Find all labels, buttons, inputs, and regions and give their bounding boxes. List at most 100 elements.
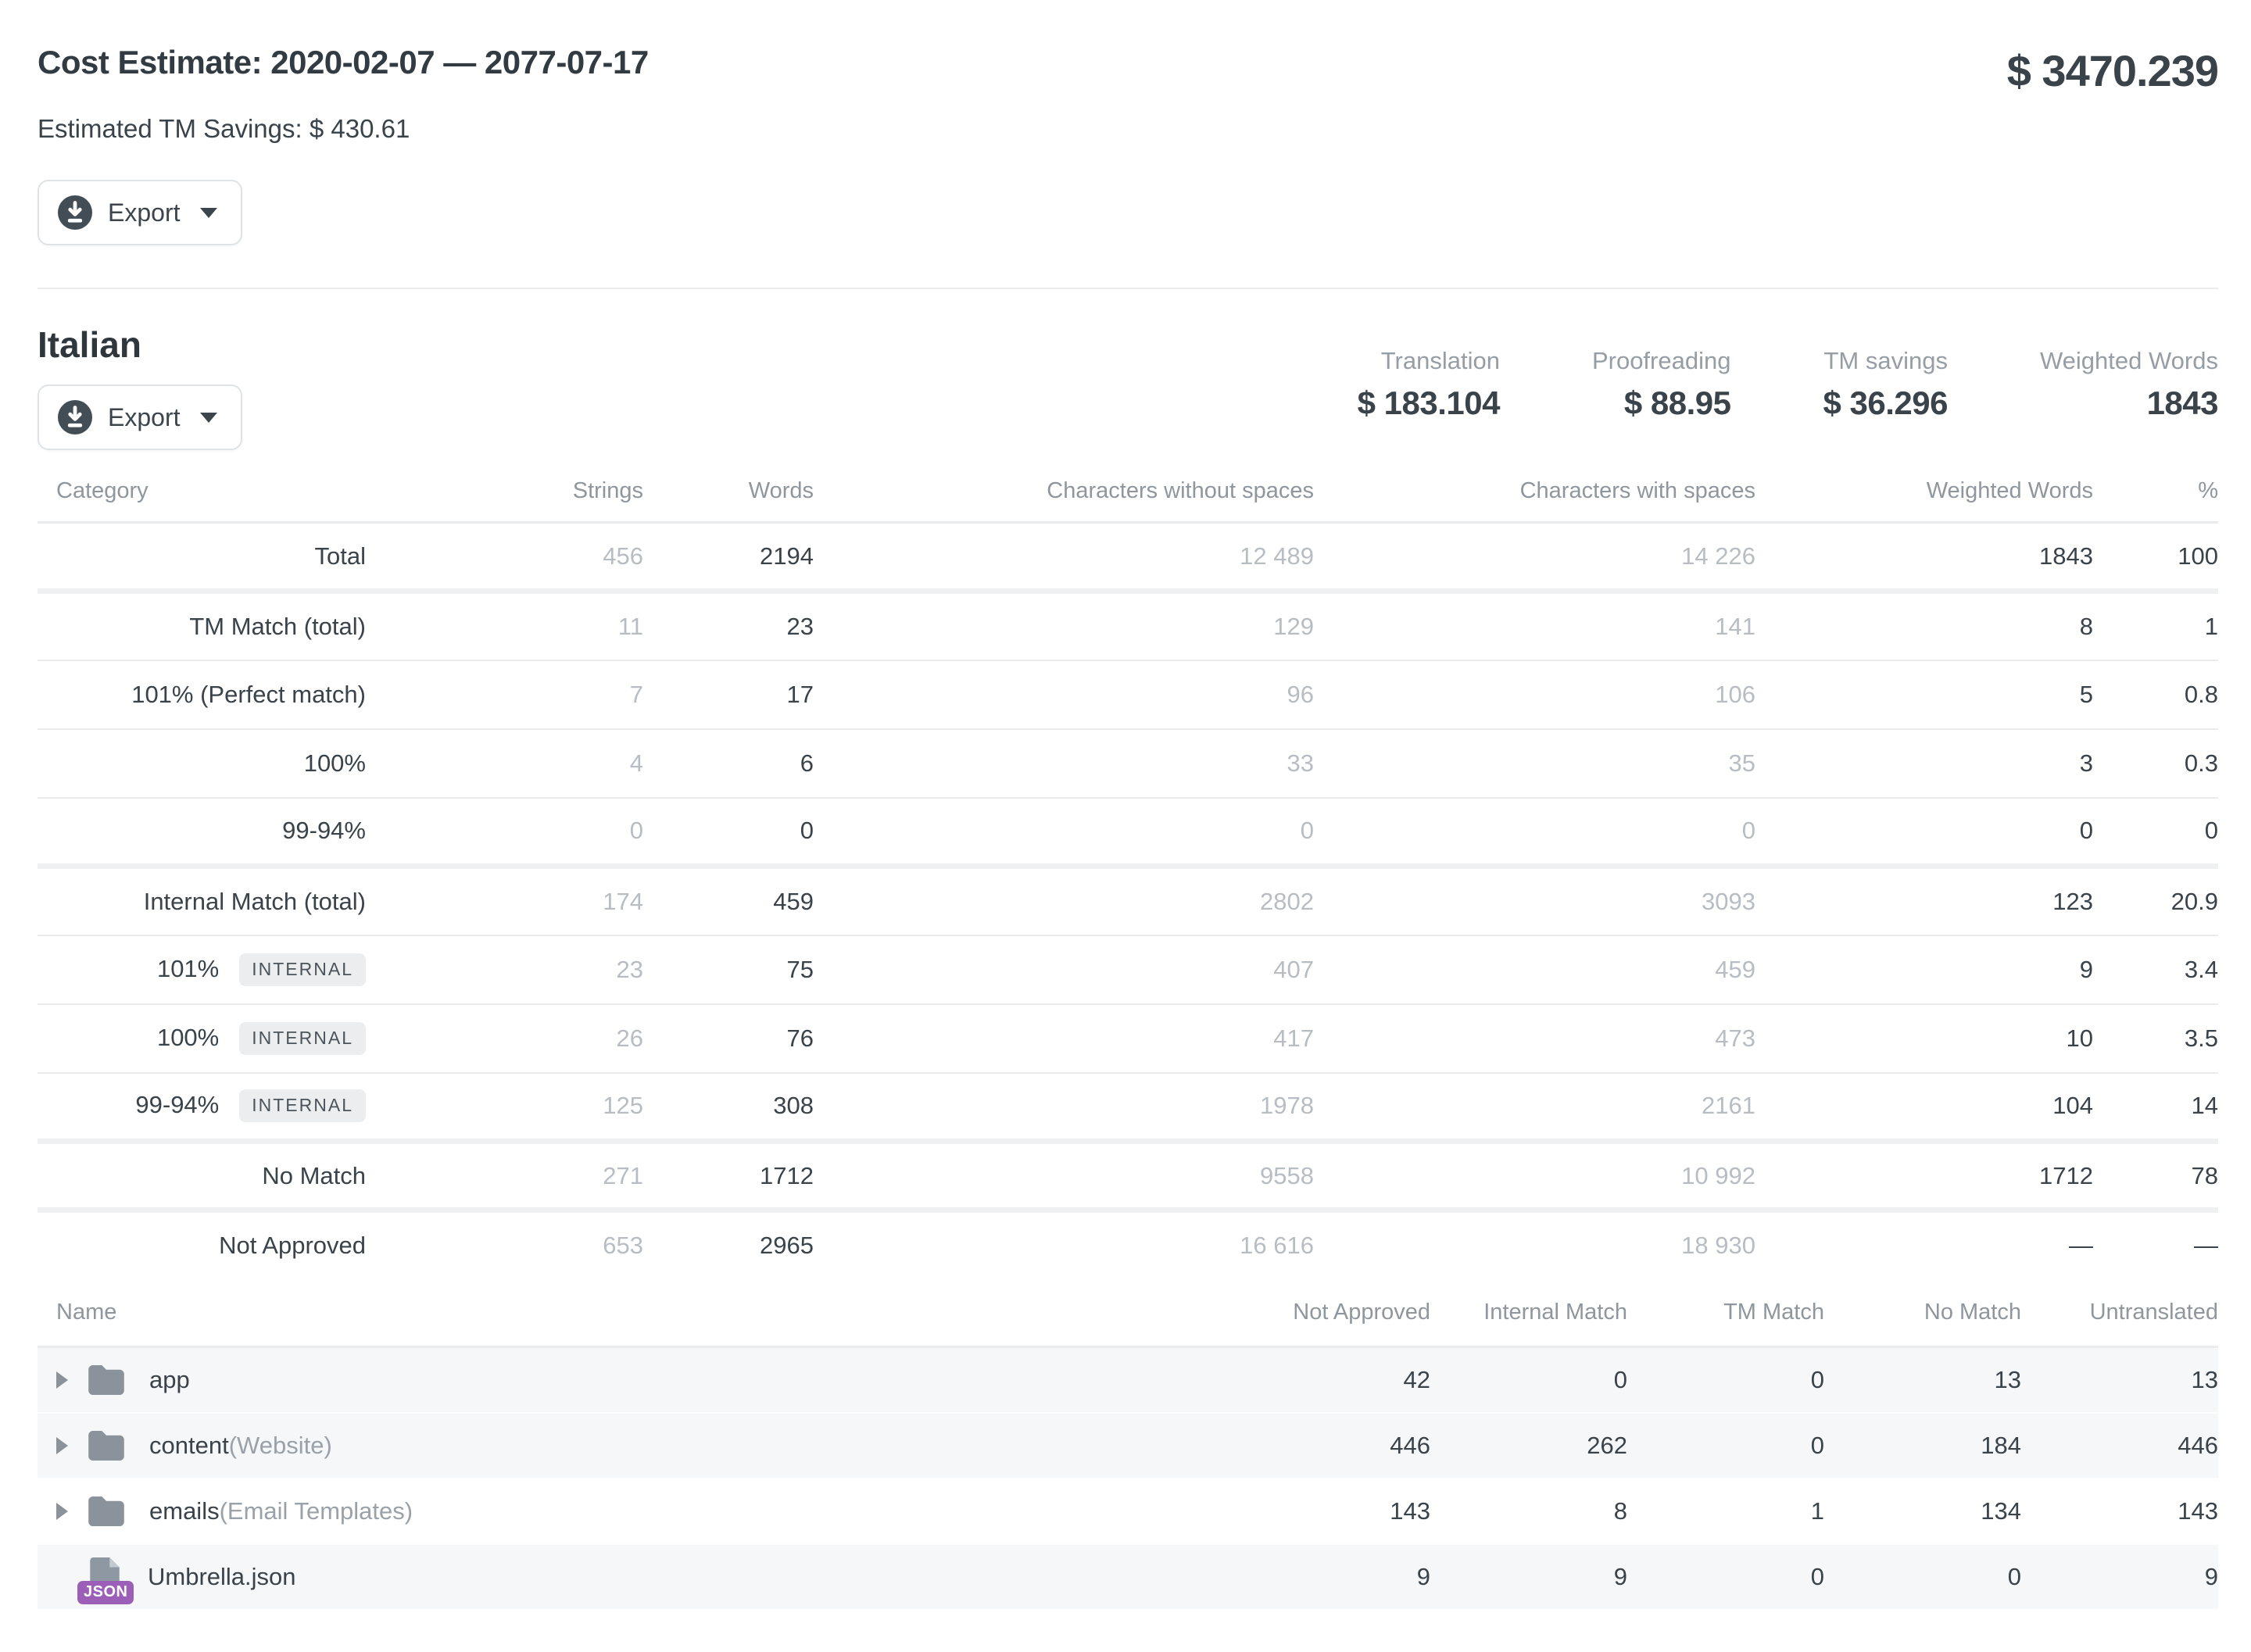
untranslated-value: 13 [2021,1346,2218,1413]
not-approved-value: 446 [1233,1413,1430,1479]
strings-value: 4 [366,729,643,798]
chars-with-value: 14 226 [1314,523,1755,592]
stat-label: Weighted Words [2040,347,2218,375]
no-match-value: 13 [1824,1346,2021,1413]
chars-with-value: 10 992 [1314,1142,1755,1210]
cost-estimate-page: Cost Estimate: 2020-02-07 — 2077-07-17 E… [0,0,2251,1652]
chars-with-value: 473 [1314,1004,1755,1073]
col-not-approved: Not Approved [1233,1300,1430,1347]
weighted-value: 0 [1755,798,2093,867]
no-match-value: 184 [1824,1413,2021,1479]
words-value: 76 [643,1004,814,1073]
category-label: TM Match (total) [38,592,366,660]
not-approved-value: 42 [1233,1346,1430,1413]
chars-with-value: 3093 [1314,867,1755,935]
category-label: Not Approved [38,1210,366,1279]
grand-total-value: $ 3470.239 [2007,45,2218,96]
weighted-value: 123 [1755,867,2093,935]
category-label: 99-94% [38,798,366,867]
strings-value: 0 [366,798,643,867]
download-icon [58,400,92,434]
language-export-button[interactable]: Export [38,384,242,450]
chars-without-value: 9558 [814,1142,1314,1210]
weighted-value: 5 [1755,660,2093,729]
table-row-internal-match-total: Internal Match (total) 174 459 2802 3093… [38,867,2218,935]
chars-with-value: 106 [1314,660,1755,729]
chars-without-value: 407 [814,935,1314,1004]
expand-caret-icon[interactable] [56,1503,68,1520]
category-label: Internal Match (total) [38,867,366,935]
weighted-value: 3 [1755,729,2093,798]
untranslated-value: 9 [2021,1544,2218,1609]
untranslated-value: 446 [2021,1413,2218,1479]
json-file-icon: JSON [88,1557,121,1597]
table-row-tm-match-total: TM Match (total) 11 23 129 141 8 1 [38,592,2218,660]
strings-value: 271 [366,1142,643,1210]
table-row-100: 100% 4 6 33 35 3 0.3 [38,729,2218,798]
language-section-header: Italian Export Translation $ 183.104 Pro… [38,324,2218,450]
stat-label: Proofreading [1592,347,1731,375]
chars-with-value: 459 [1314,935,1755,1004]
table-row-99-94-internal: 99-94%INTERNAL 125 308 1978 2161 104 14 [38,1073,2218,1142]
chars-without-value: 96 [814,660,1314,729]
export-button-label: Export [108,198,180,227]
chars-without-value: 1978 [814,1073,1314,1142]
table-row-99-94: 99-94% 0 0 0 0 0 0 [38,798,2218,867]
folder-row-content[interactable]: content(Website) 446 262 0 184 446 [38,1413,2218,1479]
file-row-umbrella-json[interactable]: JSON Umbrella.json 9 9 0 0 9 [38,1544,2218,1609]
percent-value: 20.9 [2093,867,2218,935]
words-value: 2194 [643,523,814,592]
page-header: Cost Estimate: 2020-02-07 — 2077-07-17 E… [38,44,2218,245]
export-button[interactable]: Export [38,180,242,245]
chars-without-value: 2802 [814,867,1314,935]
words-value: 2965 [643,1210,814,1279]
category-label: 101% [157,955,219,982]
internal-match-value: 8 [1430,1479,1627,1544]
language-title: Italian [38,324,242,366]
stat-value: $ 183.104 [1358,384,1500,422]
page-header-left: Cost Estimate: 2020-02-07 — 2077-07-17 E… [38,44,649,245]
internal-badge: INTERNAL [239,1022,366,1055]
files-table: Name Not Approved Internal Match TM Matc… [38,1300,2218,1609]
chars-without-value: 129 [814,592,1314,660]
table-row-101-internal: 101%INTERNAL 23 75 407 459 9 3.4 [38,935,2218,1004]
file-name: app [149,1366,190,1394]
weighted-value: 104 [1755,1073,2093,1142]
category-label: 101% (Perfect match) [38,660,366,729]
chars-without-value: 417 [814,1004,1314,1073]
stat-translation: Translation $ 183.104 [1358,347,1500,422]
category-label: 99-94% [135,1091,219,1118]
untranslated-value: 143 [2021,1479,2218,1544]
json-badge: JSON [77,1581,134,1604]
strings-value: 456 [366,523,643,592]
chevron-down-icon [200,413,217,423]
strings-value: 7 [366,660,643,729]
strings-value: 11 [366,592,643,660]
expand-caret-icon[interactable] [56,1437,68,1454]
chars-with-value: 141 [1314,592,1755,660]
internal-match-value: 0 [1430,1346,1627,1413]
col-percent: % [2093,478,2218,523]
table-row-not-approved: Not Approved 653 2965 16 616 18 930 — — [38,1210,2218,1279]
expand-caret-icon[interactable] [56,1371,68,1389]
percent-value: 0.3 [2093,729,2218,798]
folder-row-emails[interactable]: emails(Email Templates) 143 8 1 134 143 [38,1479,2218,1544]
chars-with-value: 35 [1314,729,1755,798]
no-match-value: 134 [1824,1479,2021,1544]
folder-icon [88,1496,124,1526]
col-strings: Strings [366,478,643,523]
strings-value: 26 [366,1004,643,1073]
folder-row-app[interactable]: app 42 0 0 13 13 [38,1346,2218,1413]
col-words: Words [643,478,814,523]
words-value: 459 [643,867,814,935]
folder-icon [88,1365,124,1395]
tm-match-value: 0 [1627,1544,1824,1609]
words-value: 23 [643,592,814,660]
chars-with-value: 0 [1314,798,1755,867]
tm-match-value: 1 [1627,1479,1824,1544]
category-label: 100% [38,729,366,798]
percent-value: 0 [2093,798,2218,867]
table-row-total: Total 456 2194 12 489 14 226 1843 100 [38,523,2218,592]
files-table-header-row: Name Not Approved Internal Match TM Matc… [38,1300,2218,1347]
file-name-suffix: (Email Templates) [220,1497,413,1525]
